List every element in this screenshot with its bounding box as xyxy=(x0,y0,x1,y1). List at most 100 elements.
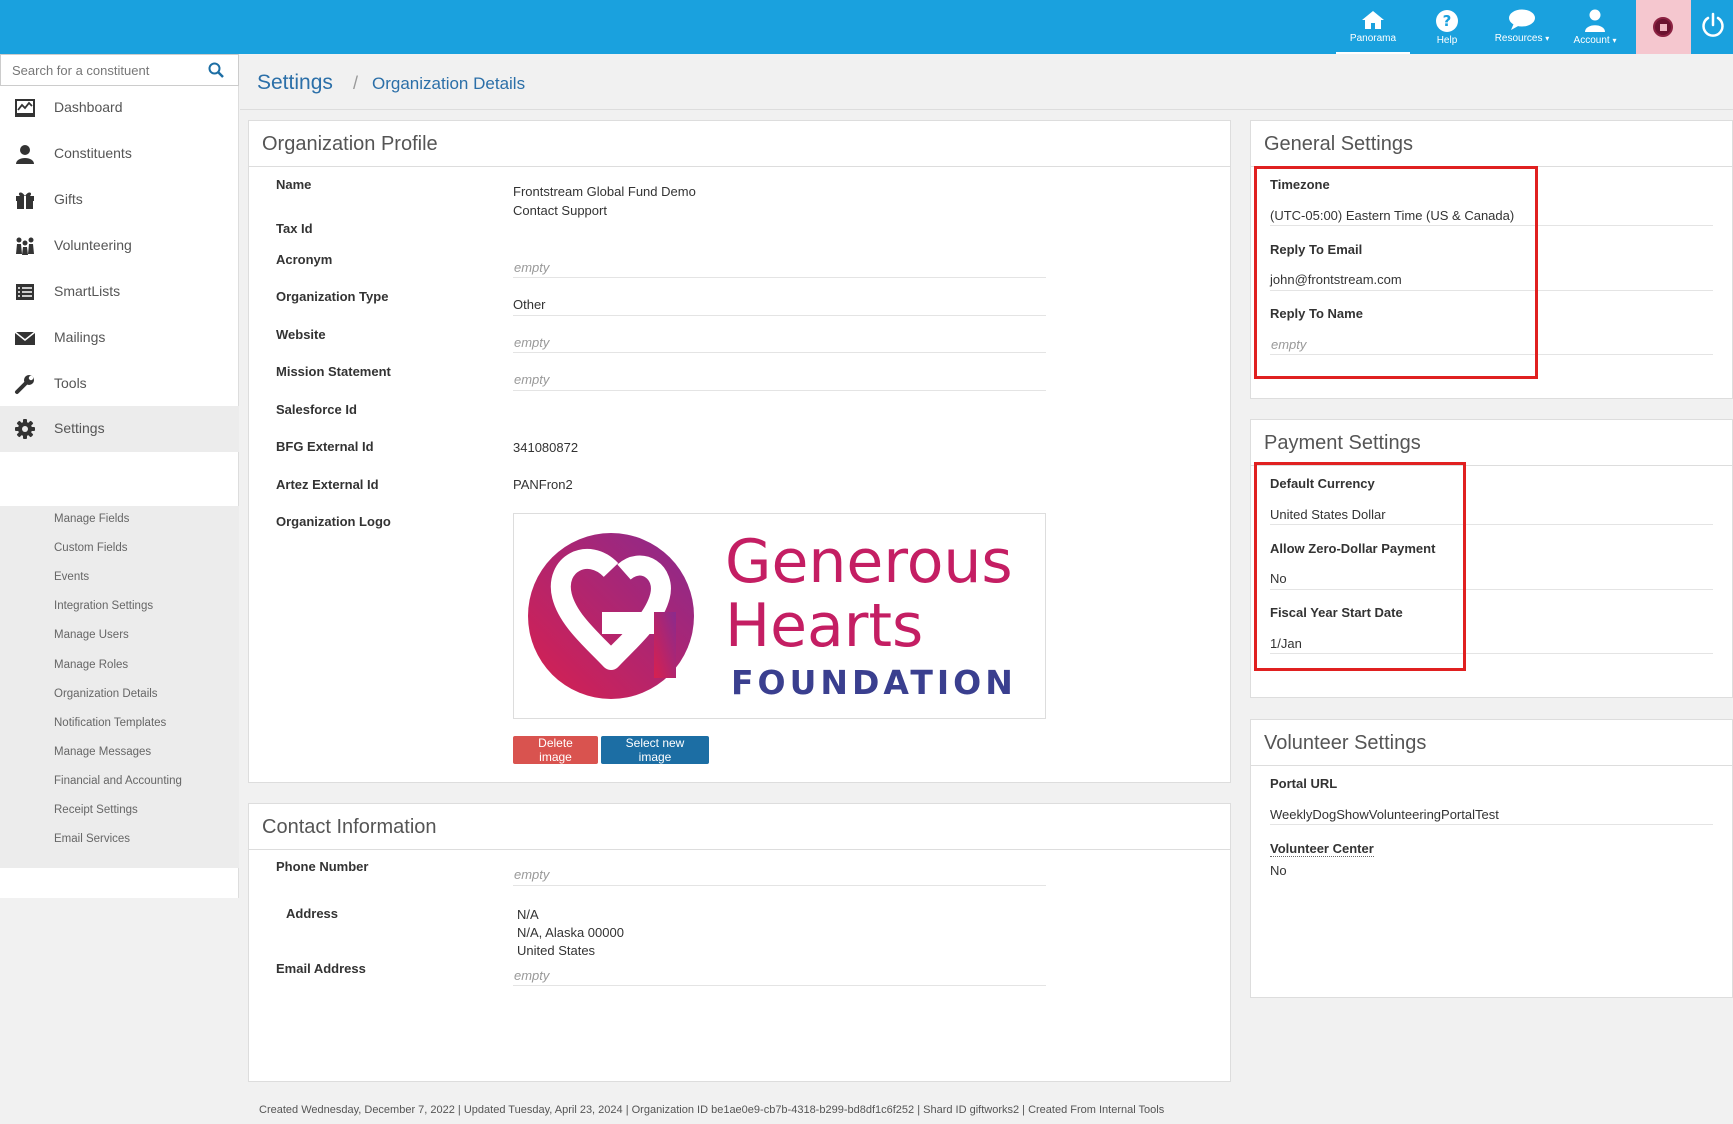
tax-id-label: Tax Id xyxy=(276,221,313,236)
submenu-email-services[interactable]: Email Services xyxy=(54,833,130,845)
sidebar-item-label: SmartLists xyxy=(54,283,121,299)
dashboard-icon xyxy=(15,99,35,117)
submenu-manage-users[interactable]: Manage Users xyxy=(54,629,129,641)
panorama-label: Panorama xyxy=(1349,33,1397,44)
page-title: Organization Details xyxy=(372,74,526,93)
artez-external-id-label: Artez External Id xyxy=(276,477,379,492)
sidebar-item-tools[interactable]: Tools xyxy=(0,361,239,407)
help-nav-item[interactable]: ? Help xyxy=(1414,0,1480,54)
submenu-financial-accounting[interactable]: Financial and Accounting xyxy=(54,775,182,787)
name-label: Name xyxy=(276,177,312,192)
volunteers-icon xyxy=(16,237,34,255)
sidebar-item-dashboard[interactable]: Dashboard xyxy=(0,85,239,131)
submenu-manage-fields[interactable]: Manage Fields xyxy=(54,513,129,525)
website-value[interactable]: empty xyxy=(514,335,549,350)
sidebar-item-label: Constituents xyxy=(54,145,132,161)
organization-logo-label: Organization Logo xyxy=(276,514,391,529)
resources-nav-item[interactable]: Resources ▾ xyxy=(1486,0,1558,54)
search-input[interactable] xyxy=(1,55,201,85)
user-icon xyxy=(1585,9,1605,32)
gear-icon xyxy=(15,419,35,439)
organization-type-label: Organization Type xyxy=(276,289,389,304)
top-navigation-bar: Panorama ? Help Resources ▾ Account ▾ xyxy=(0,0,1733,54)
email-address-label: Email Address xyxy=(276,961,366,976)
artez-external-id-value: PANFron2 xyxy=(513,477,573,492)
acronym-label: Acronym xyxy=(276,252,333,267)
stop-recording-button[interactable] xyxy=(1636,0,1691,54)
list-icon xyxy=(16,284,34,300)
phone-number-value[interactable]: empty xyxy=(514,867,549,882)
sidebar-item-smartlists[interactable]: SmartLists xyxy=(0,269,239,315)
logo-word-hearts: Hearts xyxy=(725,591,923,661)
resources-label: Resources xyxy=(1494,33,1543,44)
generous-hearts-logo: Generous Hearts FOUNDATION xyxy=(528,527,1013,702)
name-value[interactable]: Frontstream Global Fund Demo xyxy=(513,184,696,199)
organization-profile-panel: Organization Profile Name Frontstream Gl… xyxy=(248,120,1231,783)
sidebar-item-label: Dashboard xyxy=(54,99,123,115)
sidebar-item-settings[interactable]: Settings xyxy=(0,406,239,452)
breadcrumb-settings-link[interactable]: Settings xyxy=(257,71,333,95)
submenu-receipt-settings[interactable]: Receipt Settings xyxy=(54,804,138,816)
volunteer-center-value: No xyxy=(1270,863,1287,878)
volunteer-center-label: Volunteer Center xyxy=(1270,841,1374,857)
website-label: Website xyxy=(276,327,326,342)
organization-type-value[interactable]: Other xyxy=(513,297,546,312)
salesforce-id-label: Salesforce Id xyxy=(276,402,357,417)
help-icon: ? xyxy=(1436,10,1458,32)
power-icon xyxy=(1702,12,1724,37)
caret-down-icon: ▾ xyxy=(1545,34,1550,43)
caret-down-icon: ▾ xyxy=(1612,36,1617,45)
submenu-events[interactable]: Events xyxy=(54,571,89,583)
mission-statement-label: Mission Statement xyxy=(276,364,391,379)
select-new-image-button[interactable]: Select new image xyxy=(601,736,709,764)
person-icon xyxy=(16,145,34,164)
acronym-value[interactable]: empty xyxy=(514,260,549,275)
envelope-icon xyxy=(14,331,36,345)
logo-word-generous: Generous xyxy=(725,527,1013,597)
submenu-notification-templates[interactable]: Notification Templates xyxy=(54,717,166,729)
submenu-organization-details[interactable]: Organization Details xyxy=(54,688,158,700)
account-nav-item[interactable]: Account ▾ xyxy=(1564,0,1626,54)
address-line-1: N/A xyxy=(517,907,539,922)
contact-information-panel: Contact Information Phone Number empty A… xyxy=(248,803,1231,1082)
panorama-nav-item[interactable]: Panorama xyxy=(1336,0,1410,54)
email-address-value[interactable]: empty xyxy=(514,968,549,983)
logout-button[interactable] xyxy=(1700,12,1733,42)
sidebar-item-constituents[interactable]: Constituents xyxy=(0,131,239,177)
mission-statement-value[interactable]: empty xyxy=(514,372,549,387)
speech-bubble-icon xyxy=(1509,9,1535,30)
submenu-manage-messages[interactable]: Manage Messages xyxy=(54,746,151,758)
home-icon xyxy=(1362,11,1384,29)
panel-title: Organization Profile xyxy=(262,133,438,155)
submenu-custom-fields[interactable]: Custom Fields xyxy=(54,542,128,554)
contact-support-value: Contact Support xyxy=(513,203,607,218)
sidebar-item-gifts[interactable]: Gifts xyxy=(0,177,239,223)
phone-number-label: Phone Number xyxy=(276,859,369,874)
payment-settings-highlight xyxy=(1254,462,1466,671)
svg-text:?: ? xyxy=(1443,12,1452,30)
wrench-icon xyxy=(15,375,34,394)
panel-title: General Settings xyxy=(1264,133,1413,155)
address-line-2: N/A, Alaska 00000 xyxy=(517,925,624,940)
sidebar-item-label: Volunteering xyxy=(54,237,132,253)
organization-logo-image: Generous Hearts FOUNDATION xyxy=(513,513,1046,719)
bfg-external-id-value: 341080872 xyxy=(513,440,579,455)
panel-title: Contact Information xyxy=(262,816,437,838)
sidebar-item-mailings[interactable]: Mailings xyxy=(0,315,239,361)
sidebar-item-volunteering[interactable]: Volunteering xyxy=(0,223,239,269)
bfg-external-id-label: BFG External Id xyxy=(276,439,374,454)
submenu-integration-settings[interactable]: Integration Settings xyxy=(54,600,153,612)
address-line-3: United States xyxy=(517,943,596,958)
sidebar: Dashboard Constituents Gifts Volunteerin… xyxy=(0,54,239,898)
breadcrumb: Settings / Organization Details xyxy=(240,54,1733,110)
settings-submenu: Manage Fields Custom Fields Events Integ… xyxy=(0,506,239,868)
panel-title: Volunteer Settings xyxy=(1264,732,1427,754)
sidebar-item-label: Mailings xyxy=(54,329,106,345)
search-icon[interactable] xyxy=(208,62,224,78)
portal-url-value[interactable]: WeeklyDogShowVolunteeringPortalTest xyxy=(1270,807,1499,822)
submenu-manage-roles[interactable]: Manage Roles xyxy=(54,659,128,671)
delete-image-button[interactable]: Delete image xyxy=(513,736,598,764)
help-label: Help xyxy=(1436,35,1458,46)
constituent-search xyxy=(0,54,239,86)
volunteer-settings-panel: Volunteer Settings Portal URL WeeklyDogS… xyxy=(1250,719,1733,998)
